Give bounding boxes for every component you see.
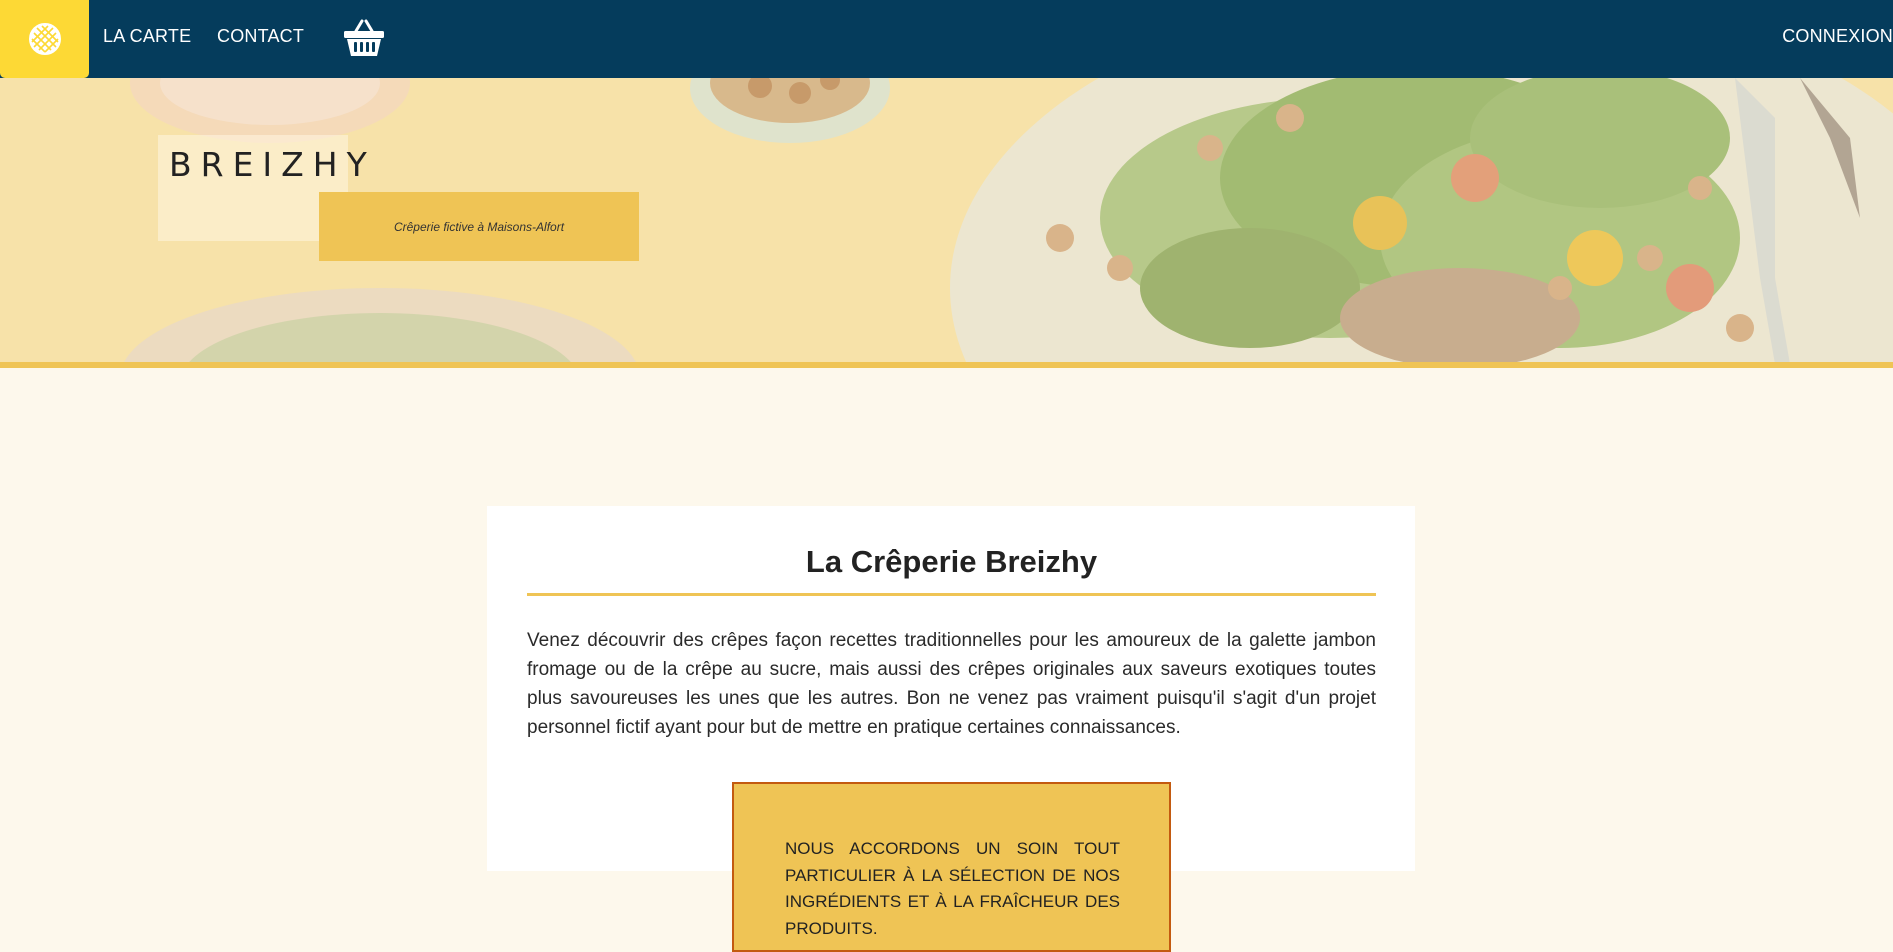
about-divider (527, 593, 1376, 596)
about-heading-name: Breizhy (985, 544, 1098, 579)
login-link[interactable]: CONNEXION (1782, 26, 1893, 47)
about-heading: La Crêperie Breizhy (527, 544, 1376, 580)
basket-button[interactable] (343, 18, 385, 58)
quality-highlight-box: Nous accordons un soin tout particulier … (732, 782, 1171, 952)
hero-subtitle: Crêperie fictive à Maisons-Alfort (393, 219, 565, 234)
hero-title: BREIZHY (169, 145, 376, 184)
nav-link-la-carte[interactable]: LA CARTE (103, 26, 191, 47)
quality-highlight-text: Nous accordons un soin tout particulier … (785, 839, 1120, 938)
navbar: LA CARTE CONTACT CONNEXION (0, 0, 1893, 78)
hero-divider (0, 362, 1893, 368)
basket-icon (344, 19, 384, 56)
nav-link-contact[interactable]: CONTACT (217, 26, 304, 47)
about-paragraph: Venez découvrir des crêpes façon recette… (527, 630, 1376, 738)
hero-subtitle-box: Crêperie fictive à Maisons-Alfort (319, 192, 639, 261)
logo[interactable] (0, 0, 89, 78)
about-heading-prefix: La Crêperie (805, 544, 977, 579)
crepe-icon (28, 23, 61, 55)
